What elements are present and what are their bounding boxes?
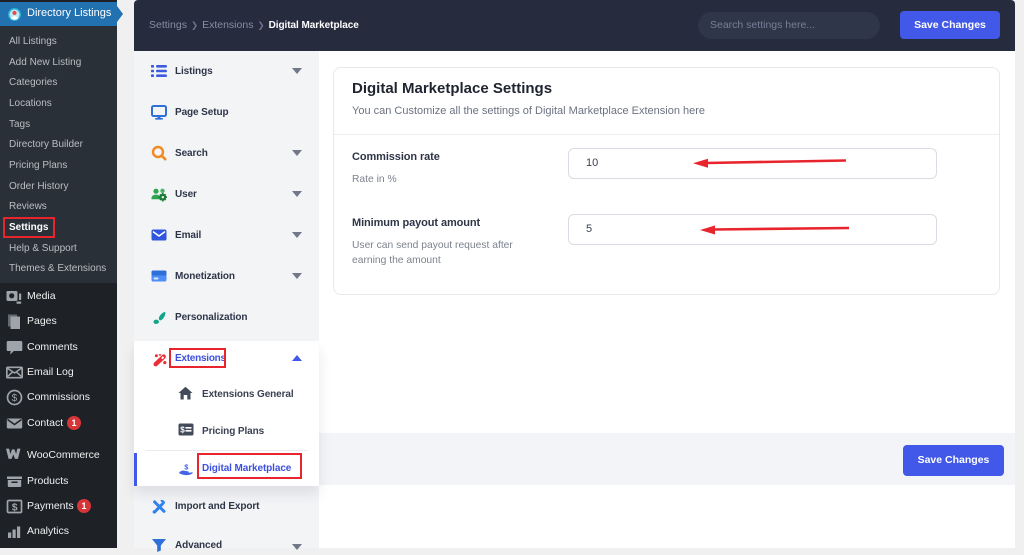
- svg-text:$: $: [180, 426, 185, 435]
- svg-text:$: $: [12, 502, 18, 514]
- svg-text:$: $: [12, 393, 18, 404]
- svg-text:$: $: [184, 462, 189, 471]
